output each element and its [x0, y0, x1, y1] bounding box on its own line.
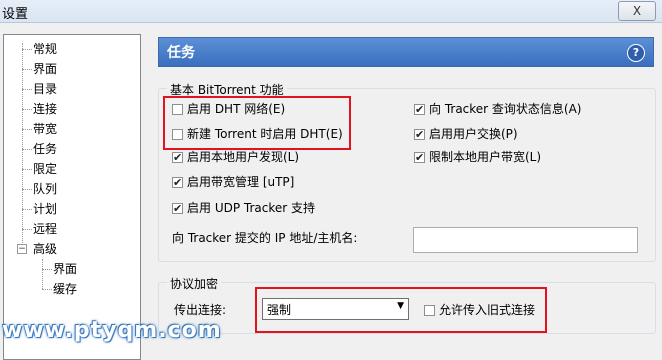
watermark: www.ptyqm.com: [2, 318, 222, 343]
sidebar-item-label: 目录: [33, 82, 58, 96]
option-label: 启用 UDP Tracker 支持: [187, 201, 315, 215]
highlight-box: [255, 287, 547, 333]
sidebar-item-label: 界面: [33, 62, 58, 76]
tracker-scrape-option[interactable]: 向 Tracker 查询状态信息(A): [414, 100, 582, 119]
utp-option[interactable]: 启用带宽管理 [uTP]: [172, 173, 295, 192]
close-button[interactable]: X: [618, 1, 656, 21]
limit-local-bandwidth-option[interactable]: 限制本地用户带宽(L): [414, 148, 542, 167]
tree-connector: [22, 169, 32, 170]
sidebar-item-label: 队列: [33, 182, 58, 196]
collapse-icon[interactable]: −: [17, 244, 27, 254]
option-label: 启用用户交换(P): [429, 127, 518, 141]
sidebar-item-label: 常规: [33, 42, 58, 56]
tree-connector: [42, 269, 52, 270]
title-bar: 设置 X: [0, 0, 662, 23]
udp-tracker-checkbox[interactable]: [172, 200, 183, 218]
settings-tree[interactable]: − 常规 界面 目录 连接 带宽 任务 限定 队列 计划 远程 高级 界面 缓存: [3, 34, 141, 360]
tree-connector: [22, 129, 32, 130]
tree-connector: [22, 149, 32, 150]
utp-checkbox[interactable]: [172, 174, 183, 192]
udp-tracker-option[interactable]: 启用 UDP Tracker 支持: [172, 199, 315, 218]
sidebar-item-label: 连接: [33, 102, 58, 116]
group-label: 协议加密: [167, 275, 222, 292]
page-title: 任务: [167, 45, 195, 61]
ip-label: 向 Tracker 提交的 IP 地址/主机名:: [172, 231, 358, 245]
peer-exchange-option[interactable]: 启用用户交换(P): [414, 125, 518, 144]
option-label: 启用本地用户发现(L): [187, 150, 300, 164]
tree-connector: [22, 189, 32, 190]
local-peer-discovery-option[interactable]: 启用本地用户发现(L): [172, 148, 300, 167]
tree-connector: [22, 209, 32, 210]
highlight-box: [163, 96, 351, 150]
sidebar-item-label: 限定: [33, 162, 58, 176]
option-label: 限制本地用户带宽(L): [429, 150, 542, 164]
limit-local-bandwidth-checkbox[interactable]: [414, 149, 425, 167]
ip-hostname-input[interactable]: [413, 227, 638, 253]
tracker-scrape-checkbox[interactable]: [414, 101, 425, 119]
tree-line: [22, 43, 23, 243]
tree-connector: [22, 109, 32, 110]
tree-connector: [22, 49, 32, 50]
tree-connector: [22, 89, 32, 90]
tree-line: [42, 259, 43, 289]
tree-connector: [22, 69, 32, 70]
outgoing-label: 传出连接:: [174, 303, 227, 317]
local-peer-discovery-checkbox[interactable]: [172, 149, 183, 167]
sidebar-item-label: 计划: [33, 202, 58, 216]
help-icon[interactable]: ?: [627, 44, 645, 62]
option-label: 向 Tracker 查询状态信息(A): [429, 102, 582, 116]
sidebar-item-label: 界面: [53, 262, 78, 276]
section-header: 任务 ?: [158, 37, 654, 67]
tree-connector: [42, 289, 52, 290]
sidebar-item-label: 带宽: [33, 122, 58, 136]
window-title: 设置: [2, 7, 29, 22]
sidebar-item-label: 缓存: [53, 282, 78, 296]
peer-exchange-checkbox[interactable]: [414, 126, 425, 144]
sidebar-item-label: 任务: [33, 142, 58, 156]
sidebar-item-label: 高级: [33, 242, 58, 256]
option-label: 启用带宽管理 [uTP]: [187, 175, 295, 189]
sidebar-item-label: 远程: [33, 222, 58, 236]
tree-connector: [22, 229, 32, 230]
